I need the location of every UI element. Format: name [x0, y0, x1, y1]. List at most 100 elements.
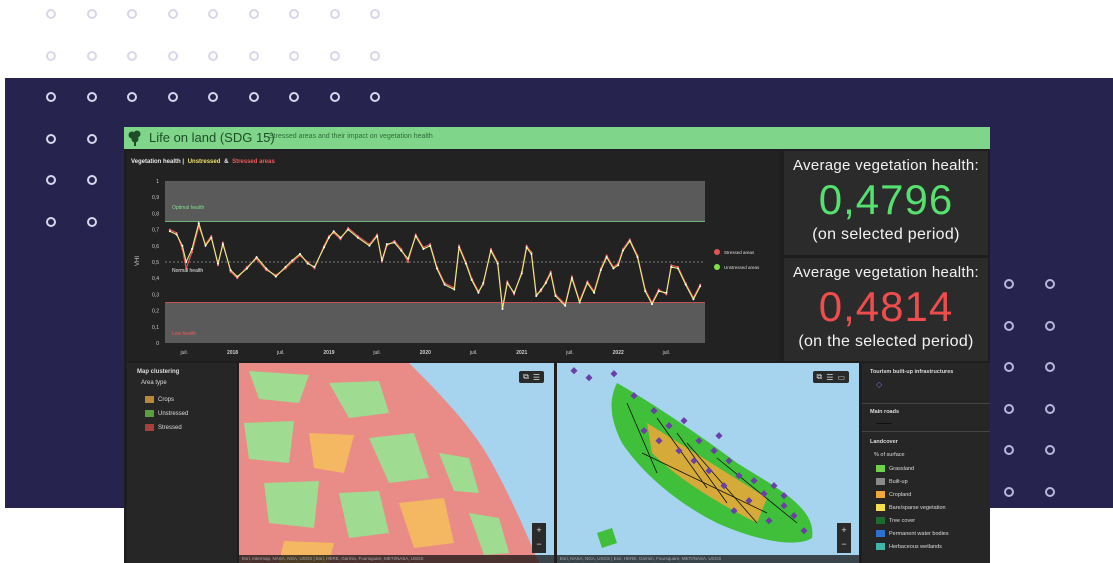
data-point [628, 239, 631, 242]
data-point [622, 249, 625, 252]
data-point [393, 241, 396, 244]
zoom-out-button[interactable]: − [837, 537, 851, 551]
data-point [650, 303, 653, 306]
data-point [535, 295, 538, 298]
series-line [169, 221, 701, 310]
x-tick-label: juil. [662, 350, 671, 356]
data-point [530, 252, 533, 255]
data-point [670, 265, 673, 268]
band-label-normal: Normal health [172, 268, 203, 274]
decorative-dot [329, 9, 340, 19]
data-point [496, 262, 499, 265]
y-axis-label: VHI [135, 256, 141, 266]
stat-label: Average vegetation health: [793, 264, 979, 281]
x-tick-label: 2020 [420, 350, 431, 356]
zoom-in-button[interactable]: + [837, 523, 851, 537]
data-point [617, 264, 620, 267]
data-point [477, 291, 480, 294]
data-point [458, 246, 461, 249]
decorative-dot [370, 50, 380, 61]
data-point [376, 235, 379, 238]
zoom-out-button[interactable]: − [532, 537, 546, 551]
diamond-icon: ◇ [876, 380, 883, 389]
y-tick-label: 0,4 [152, 276, 159, 282]
decorative-dot [1045, 362, 1055, 372]
list-icon[interactable]: ☰ [826, 373, 833, 382]
divider [862, 431, 990, 432]
legend-item-crops: Crops [145, 396, 174, 403]
decorative-dot [86, 175, 97, 185]
bare-swatch [876, 504, 885, 511]
landcover-item-label: Permanent water bodies [889, 530, 949, 537]
data-point [306, 262, 309, 265]
decorative-dot [208, 50, 218, 61]
decorative-dot [1045, 279, 1055, 289]
data-point [501, 307, 504, 310]
data-point [356, 236, 359, 239]
map-clustering-view[interactable]: ⧉ ☰ + − Esri, Intermap, NASA, NGA, USGS … [239, 363, 554, 563]
decorative-dot [127, 9, 137, 19]
data-point [400, 249, 403, 252]
decorative-dot [370, 9, 380, 19]
data-point [692, 298, 695, 301]
decorative-dot [1004, 403, 1014, 414]
y-tick-label: 0,9 [152, 195, 159, 201]
data-point [554, 295, 557, 298]
landcover-map-view[interactable]: ⧉ ☰ ▭ + − Esri, NASA, NGA, USGS | Esri, … [557, 363, 859, 563]
basemap-icon[interactable]: ▭ [837, 373, 845, 382]
data-point [380, 259, 383, 262]
data-point [429, 244, 432, 247]
data-point [570, 277, 573, 280]
zoom-in-button[interactable]: + [532, 523, 546, 537]
decorative-dot [127, 92, 137, 102]
app-title: Life on land (SDG 15) [149, 130, 275, 145]
road-line-symbol [876, 423, 892, 424]
landcover-item-label: Cropland [889, 491, 912, 498]
data-point [684, 283, 687, 286]
y-tick-label: 0,3 [152, 292, 159, 298]
landcover-item-builtup: Built-up [876, 478, 908, 485]
legend-dot-stressed [714, 249, 720, 255]
landcover-item-label: Herbaceous wetlands [889, 543, 942, 550]
decorative-dot [167, 50, 178, 61]
stat-period: (on the selected period) [798, 333, 974, 350]
data-point [327, 236, 330, 239]
map-toolbar: ⧉ ☰ ▭ [812, 371, 849, 383]
legend-item-stressed: Stressed [145, 424, 182, 431]
band-label-low: Low health [172, 331, 196, 337]
data-point [593, 291, 596, 294]
zoom-control: + − [837, 523, 851, 553]
landcover-item-water: Permanent water bodies [876, 530, 949, 537]
data-point [544, 282, 547, 285]
data-point [291, 259, 294, 262]
data-point [168, 230, 171, 233]
decorative-dot [329, 50, 340, 61]
landcover-item-label: Grassland [889, 465, 915, 472]
data-point [564, 304, 567, 307]
decorative-dot [248, 50, 259, 61]
x-tick-label: 2018 [227, 350, 238, 356]
stat-card-stressed: Average vegetation health: 0,4814 (on th… [784, 258, 988, 361]
data-point [229, 269, 232, 272]
legend-title: Map clustering [137, 369, 180, 375]
landcover-subtitle: % of surface [874, 452, 905, 458]
list-icon[interactable]: ☰ [533, 373, 540, 382]
data-point [699, 285, 702, 288]
layers-icon[interactable]: ⧉ [817, 372, 823, 382]
data-point [612, 267, 615, 270]
decorative-dot [127, 50, 137, 61]
landcover-item-cropland: Cropland [876, 491, 911, 498]
legend-item-label: Stressed [158, 425, 182, 432]
decorative-dot [46, 175, 56, 185]
x-tick-label: juil. [469, 350, 478, 356]
decorative-dot [329, 92, 340, 102]
data-point [525, 246, 528, 249]
data-point [443, 283, 446, 286]
layers-icon[interactable]: ⧉ [523, 372, 529, 382]
map-clustering-legend: Map clustering Area type Crops Unstresse… [127, 363, 237, 563]
decorative-dot [208, 92, 218, 102]
data-point [605, 256, 608, 259]
data-point [482, 282, 485, 285]
legend-item-label: Unstressed [158, 411, 189, 418]
legend-dot-unstressed [714, 264, 720, 270]
